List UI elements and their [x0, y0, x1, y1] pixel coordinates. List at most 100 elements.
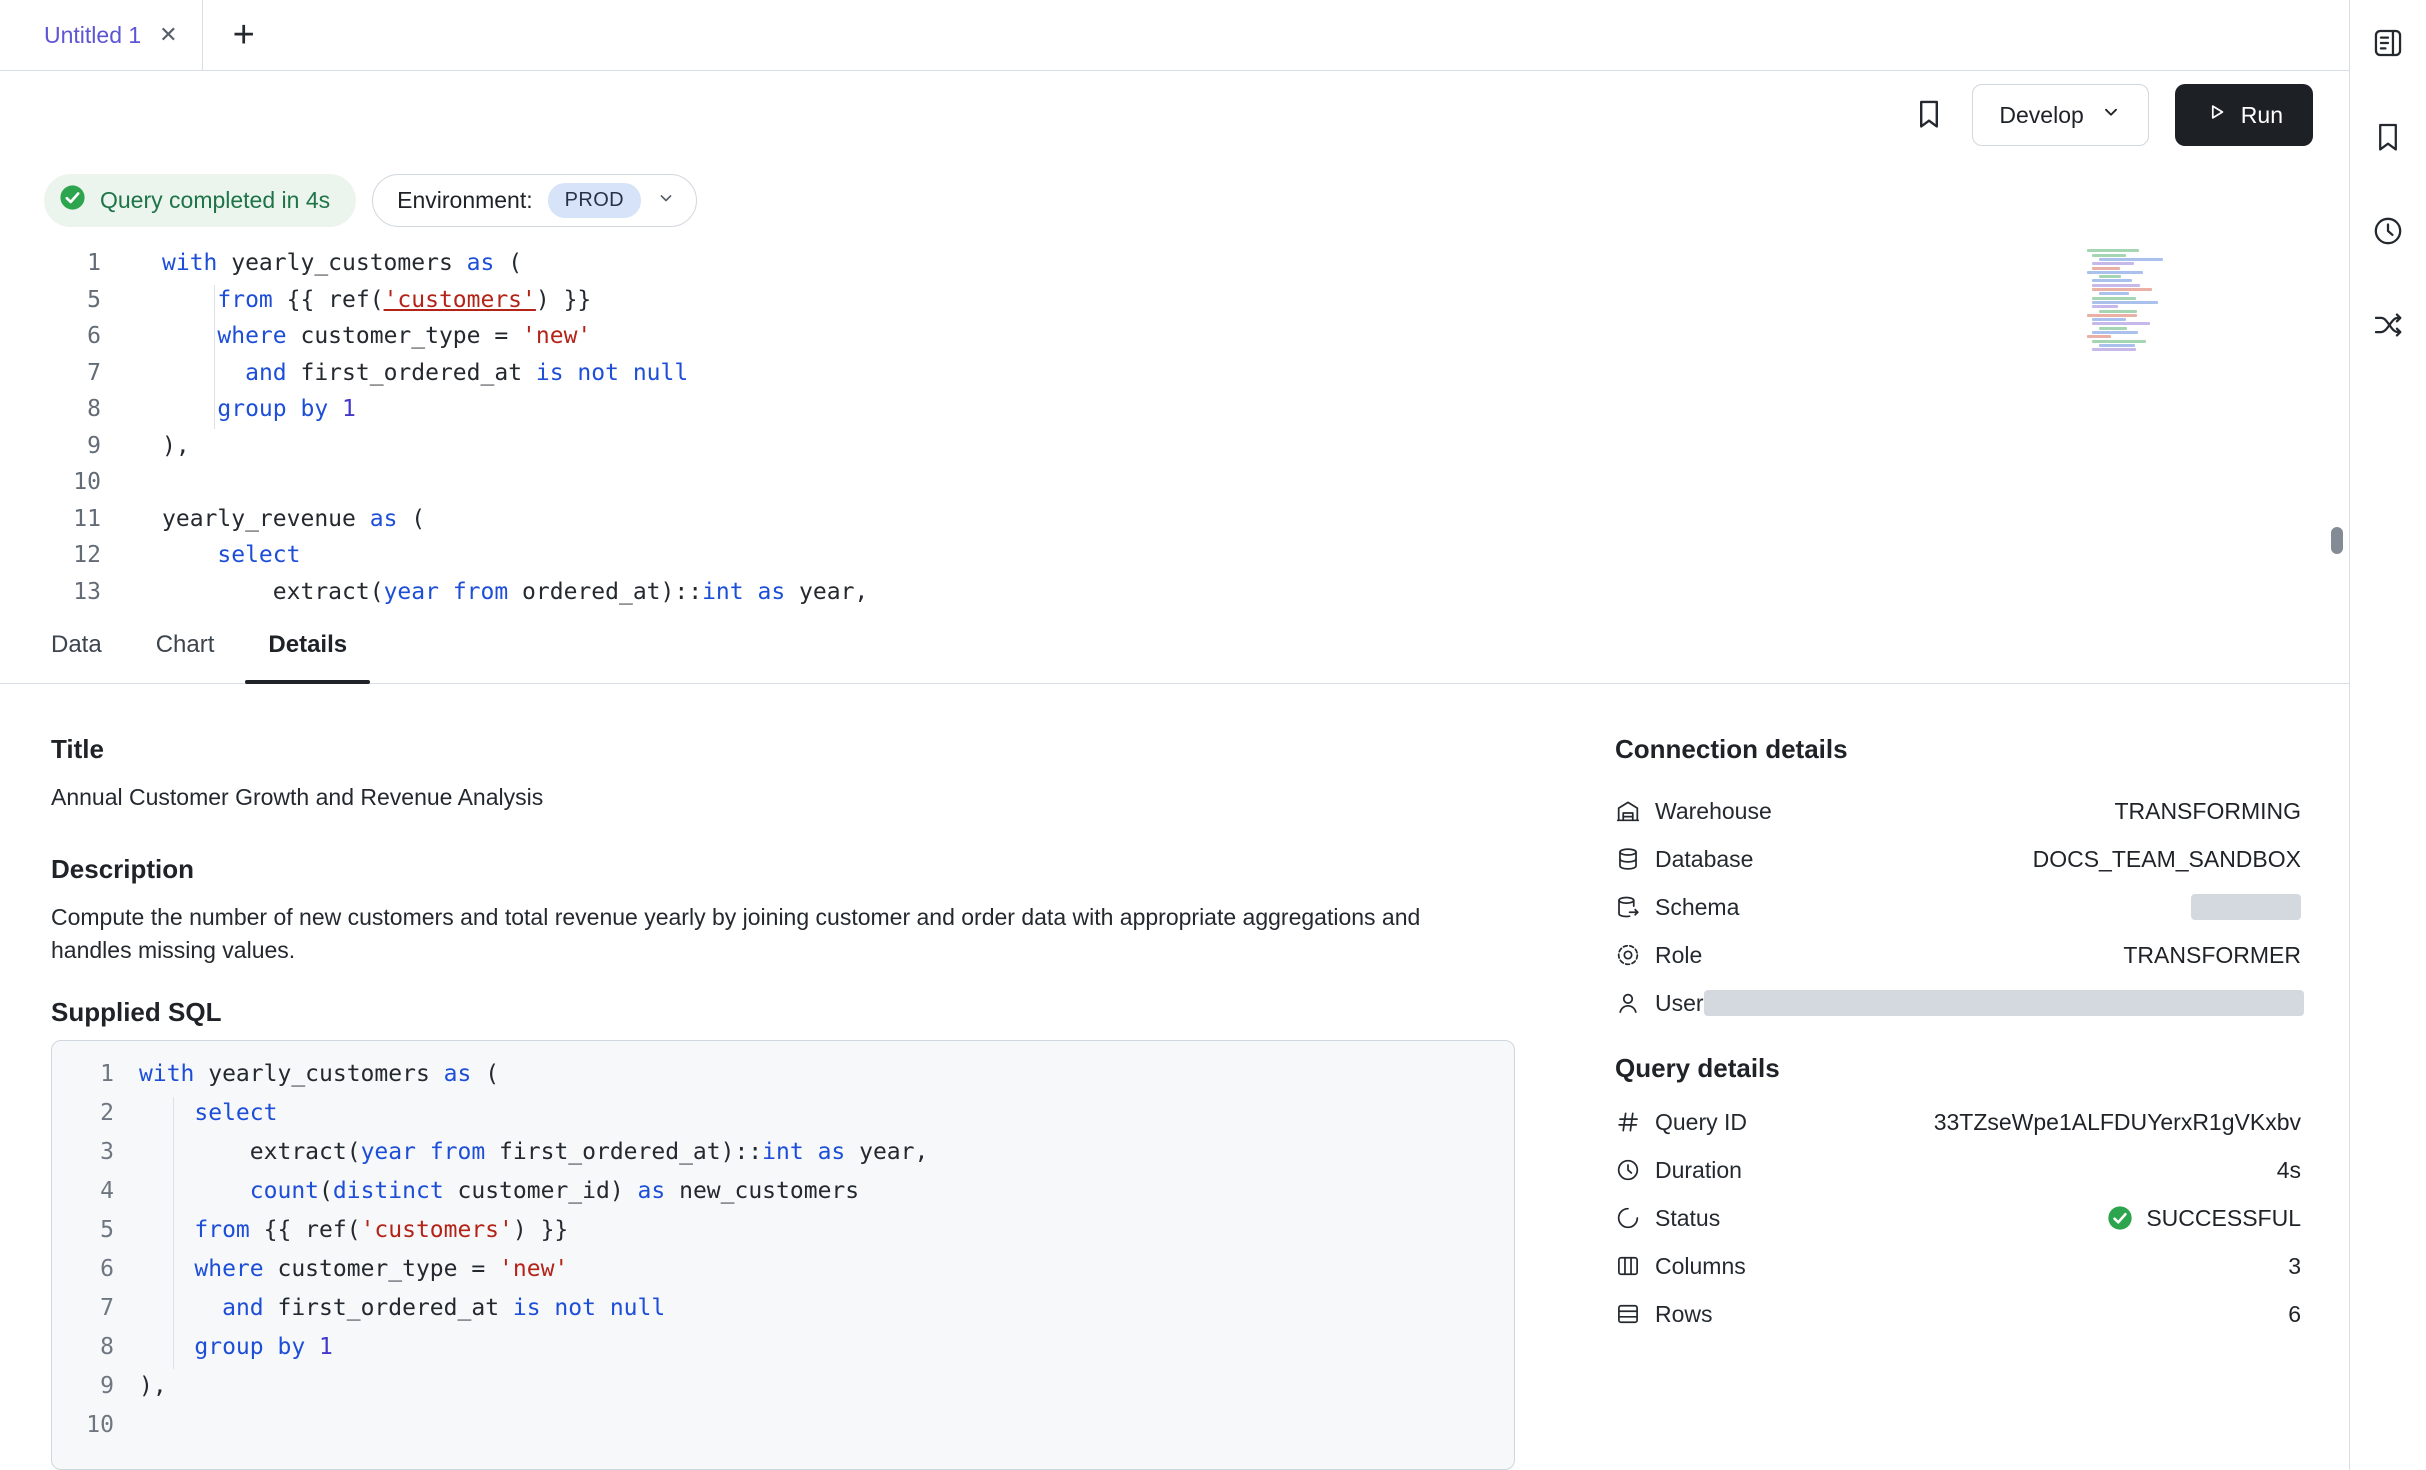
- detail-label-text: User: [1655, 990, 1704, 1017]
- line-number: 13: [0, 574, 101, 611]
- query-rows: Query ID 33TZseWpe1ALFDUYerxR1gVKxbv Durat…: [1615, 1098, 2301, 1338]
- code-line: 13 extract(year from ordered_at)::int as…: [0, 574, 2349, 611]
- query-details-heading: Query details: [1615, 1053, 2301, 1084]
- detail-label-text: Role: [1655, 942, 1702, 969]
- detail-label-text: Columns: [1655, 1253, 1746, 1280]
- detail-label-text: Status: [1655, 1205, 1720, 1232]
- code-line: 9),: [0, 428, 2349, 465]
- detail-value: 3: [2288, 1253, 2301, 1280]
- tab-untitled-1[interactable]: Untitled 1 ✕: [20, 0, 203, 70]
- develop-dropdown[interactable]: Develop: [1972, 84, 2148, 146]
- user-icon: [1615, 990, 1641, 1016]
- run-button[interactable]: Run: [2175, 84, 2313, 146]
- right-sidebar: [2349, 0, 2426, 1470]
- role-icon: [1615, 942, 1641, 968]
- new-tab-button[interactable]: +: [233, 16, 255, 54]
- environment-selector[interactable]: Environment: PROD: [372, 174, 697, 227]
- detail-value-text: 6: [2288, 1301, 2301, 1328]
- code-line: 1with yearly_customers as (: [68, 1055, 1494, 1094]
- results-tabbar: Data Chart Details: [0, 606, 2349, 684]
- tab-details[interactable]: Details: [245, 606, 370, 683]
- line-number: 11: [0, 501, 101, 538]
- line-number: 6: [0, 318, 101, 355]
- line-number: 6: [68, 1250, 114, 1289]
- duration-icon: [1615, 1157, 1641, 1183]
- detail-label: Rows: [1615, 1301, 1713, 1328]
- description-heading: Description: [51, 854, 1515, 885]
- check-icon: [2106, 1204, 2134, 1232]
- detail-value: SUCCESSFUL: [2106, 1204, 2301, 1232]
- line-number: 10: [0, 464, 101, 501]
- status-row: Query completed in 4s Environment: PROD: [0, 160, 2349, 242]
- detail-row: Query ID 33TZseWpe1ALFDUYerxR1gVKxbv: [1615, 1098, 2301, 1146]
- detail-value: TRANSFORMER: [2123, 942, 2301, 969]
- minimap[interactable]: [2087, 249, 2202, 352]
- code-line: 7 and first_ordered_at is not null: [0, 355, 2349, 392]
- line-number: 7: [0, 355, 101, 392]
- check-circle-icon: [58, 183, 87, 218]
- code-line: 8 group by 1: [68, 1328, 1494, 1367]
- detail-row: Warehouse TRANSFORMING: [1615, 787, 2301, 835]
- app-window: Untitled 1 ✕ + Develop Run Query complet…: [0, 0, 2426, 1470]
- lineage-button[interactable]: [2364, 302, 2412, 350]
- editor-tabbar: Untitled 1 ✕ +: [0, 0, 2349, 71]
- title-heading: Title: [51, 734, 1515, 765]
- editor-scrollbar[interactable]: [2331, 527, 2343, 554]
- detail-value: 4s: [2277, 1157, 2301, 1184]
- line-number: 7: [68, 1289, 114, 1328]
- line-number: 3: [68, 1133, 114, 1172]
- bookmark-icon: [1912, 97, 1946, 134]
- detail-value: 33TZseWpe1ALFDUYerxR1gVKxbv: [1934, 1109, 2301, 1136]
- chevron-down-icon: [2100, 101, 2122, 129]
- plus-icon: +: [233, 14, 255, 56]
- line-number: 1: [68, 1055, 114, 1094]
- detail-label-text: Schema: [1655, 894, 1739, 921]
- chevron-down-icon: [656, 187, 676, 214]
- develop-label: Develop: [1999, 102, 2083, 129]
- detail-label: Query ID: [1615, 1109, 1747, 1136]
- details-left-column: Title Annual Customer Growth and Revenue…: [51, 734, 1515, 1470]
- bookmark-button[interactable]: [1912, 97, 1946, 134]
- warehouse-icon: [1615, 798, 1641, 824]
- line-number: 12: [0, 537, 101, 574]
- detail-value-text: TRANSFORMING: [2114, 798, 2301, 825]
- indent-guide: [173, 1097, 174, 1369]
- tab-chart[interactable]: Chart: [133, 606, 238, 683]
- detail-value-text: SUCCESSFUL: [2146, 1205, 2301, 1232]
- redacted-value: [2191, 894, 2301, 920]
- tab-details-label: Details: [268, 631, 347, 659]
- line-number: 2: [68, 1094, 114, 1133]
- detail-row: User: [1615, 979, 2301, 1027]
- redacted-value: [1704, 990, 2304, 1016]
- history-button[interactable]: [2364, 208, 2412, 256]
- bookmark-icon: [2371, 120, 2405, 157]
- detail-row: Status SUCCESSFUL: [1615, 1194, 2301, 1242]
- detail-label-text: Duration: [1655, 1157, 1742, 1184]
- detail-row: Duration 4s: [1615, 1146, 2301, 1194]
- code-line: 5 from {{ ref('customers') }}: [0, 282, 2349, 319]
- line-number: 10: [68, 1406, 114, 1445]
- line-number: 5: [68, 1211, 114, 1250]
- title-value: Annual Customer Growth and Revenue Analy…: [51, 781, 1515, 814]
- line-number: 1: [0, 245, 101, 282]
- detail-label: Columns: [1615, 1253, 1746, 1280]
- editor-toolbar: Develop Run: [0, 71, 2349, 159]
- close-tab-icon[interactable]: ✕: [159, 24, 177, 46]
- detail-value: TRANSFORMING: [2114, 798, 2301, 825]
- sql-editor[interactable]: 1with yearly_customers as (5 from {{ ref…: [0, 241, 2349, 606]
- bookmarks-button[interactable]: [2364, 114, 2412, 162]
- tab-data[interactable]: Data: [28, 606, 125, 683]
- detail-label-text: Warehouse: [1655, 798, 1772, 825]
- supplied-sql-heading: Supplied SQL: [51, 997, 1515, 1028]
- supplied-sql-lines: 1with yearly_customers as (2 select3 ext…: [68, 1055, 1494, 1445]
- line-number: 8: [0, 391, 101, 428]
- code-line: 10: [0, 464, 2349, 501]
- detail-row: Rows 6: [1615, 1290, 2301, 1338]
- status-icon: [1615, 1205, 1641, 1231]
- detail-label: User: [1615, 990, 1704, 1017]
- query-list-button[interactable]: [2364, 20, 2412, 68]
- history-clock-icon: [2371, 214, 2405, 251]
- detail-label: Warehouse: [1615, 798, 1772, 825]
- detail-value-text: 3: [2288, 1253, 2301, 1280]
- environment-badge: PROD: [548, 183, 641, 218]
